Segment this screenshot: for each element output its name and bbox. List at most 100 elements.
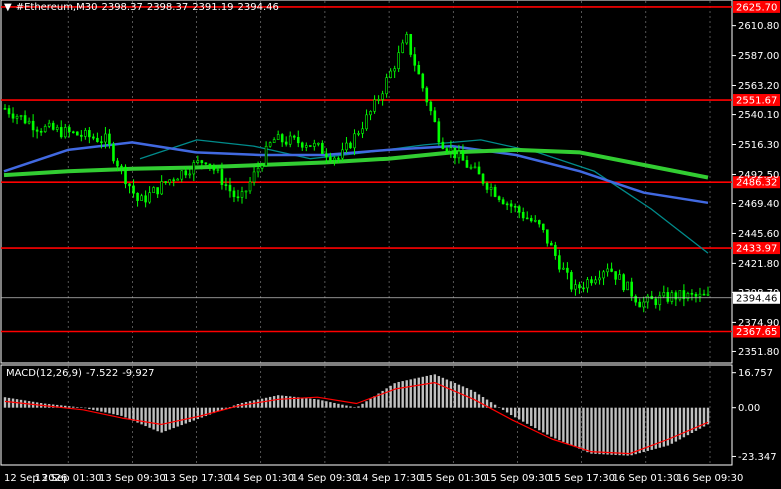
macd-histogram-bar [68, 406, 71, 408]
macd-histogram-bar [120, 407, 123, 416]
price-axis-label: 2445.60 [738, 229, 779, 240]
macd-histogram-bar [522, 407, 525, 422]
candle-body [393, 68, 396, 72]
macd-histogram-bar [582, 407, 585, 451]
candle-body [465, 160, 469, 168]
candle-body [365, 114, 368, 130]
price-axis-label: 2374.90 [738, 318, 779, 329]
macd-histogram-bar [180, 407, 183, 426]
candle-body [325, 153, 328, 158]
macd-histogram-bar [116, 407, 119, 416]
macd-histogram-bar [526, 407, 529, 424]
candle-body [104, 133, 107, 143]
candle-body [421, 73, 425, 89]
macd-histogram-bar [441, 377, 445, 408]
open-value: 2398.37 [101, 2, 143, 13]
candle-body [409, 34, 413, 55]
candle-body [172, 179, 176, 182]
macd-histogram-bar [493, 404, 497, 408]
candle-body [84, 130, 87, 137]
chart-canvas[interactable]: 2625.702551.672486.322433.972367.65 2610… [0, 0, 781, 489]
macd-histogram-bar [630, 407, 633, 456]
price-axis-label: 2421.80 [738, 259, 779, 270]
candle-body [385, 77, 388, 95]
candle-body [702, 293, 706, 296]
macd-histogram-bar [586, 407, 589, 453]
macd-histogram-bar [88, 407, 91, 410]
candle-body [156, 187, 159, 195]
macd-histogram-bar [546, 407, 549, 435]
candle-body [361, 128, 364, 134]
macd-histogram-bar [622, 407, 625, 456]
candle-body [489, 186, 493, 190]
candle-body [574, 284, 577, 290]
macd-histogram-bar [325, 401, 328, 408]
macd-histogram-bar [15, 399, 19, 408]
macd-histogram-bar [72, 406, 75, 408]
candle-body [578, 284, 581, 289]
macd-histogram-bar [369, 398, 372, 408]
candle-body [541, 223, 545, 231]
macd-pane [0, 364, 733, 466]
candle-body [349, 142, 352, 149]
macd-axis-label: 16.757 [738, 368, 773, 379]
macd-histogram-bar [333, 402, 336, 408]
candle-body [304, 145, 308, 148]
time-axis-label: 14 Sep 09:30 [292, 473, 359, 484]
candle-body [698, 293, 702, 297]
macd-histogram-bar [104, 407, 107, 413]
macd-histogram-bar [252, 400, 256, 408]
macd-histogram-bar [654, 407, 657, 449]
price-axis-label: 2610.80 [738, 21, 779, 32]
candle-body [377, 99, 380, 101]
candle-body [646, 295, 650, 303]
candle-body [240, 191, 244, 198]
candle-body [280, 134, 284, 143]
candle-body [43, 126, 47, 132]
macd-histogram-bar [305, 398, 308, 408]
macd-histogram-bar [646, 407, 649, 451]
candle-body [23, 115, 27, 124]
macd-histogram-bar [453, 382, 457, 408]
macd-histogram-bar [706, 407, 710, 425]
macd-histogram-bar [425, 375, 428, 408]
macd-histogram-bar [7, 397, 11, 408]
candle-body [148, 192, 151, 203]
candle-body [288, 135, 292, 145]
level-tag-label: 2551.67 [736, 96, 777, 107]
candle-body [429, 101, 433, 112]
macd-histogram-bar [598, 407, 601, 455]
macd-histogram-bar [108, 407, 111, 414]
candle-body [200, 160, 204, 164]
level-tag-label: 2625.70 [736, 2, 777, 13]
candle-body [136, 192, 139, 201]
macd-histogram-bar [429, 375, 433, 408]
macd-histogram-bar [389, 385, 392, 408]
macd-histogram-bar [144, 407, 147, 427]
macd-histogram-bar [401, 381, 404, 408]
candle-body [477, 166, 481, 175]
macd-histogram-bar [353, 407, 356, 408]
macd-histogram-bar [329, 402, 332, 408]
candle-body [618, 274, 621, 280]
macd-histogram-bar [642, 407, 645, 453]
macd-histogram-bar [168, 407, 171, 430]
time-axis-label: 15 Sep 09:30 [484, 473, 551, 484]
price-axis-label: 2469.40 [738, 199, 779, 210]
macd-histogram-bar [337, 403, 340, 408]
candle-body [168, 179, 172, 184]
macd-histogram-bar [501, 407, 505, 410]
candle-body [405, 34, 409, 44]
candle-body [224, 184, 228, 186]
triangle-down-icon[interactable]: ▼ [4, 2, 12, 13]
macd-histogram-bar [614, 407, 617, 455]
candle-body [116, 160, 119, 167]
candle-body [666, 292, 670, 302]
candle-body [7, 108, 11, 115]
candle-body [100, 141, 103, 143]
macd-axis-label: 0.00 [738, 403, 760, 414]
candle-body [88, 130, 91, 138]
macd-histogram-bar [517, 407, 521, 420]
candle-body [220, 169, 224, 185]
candle-body [333, 157, 336, 161]
